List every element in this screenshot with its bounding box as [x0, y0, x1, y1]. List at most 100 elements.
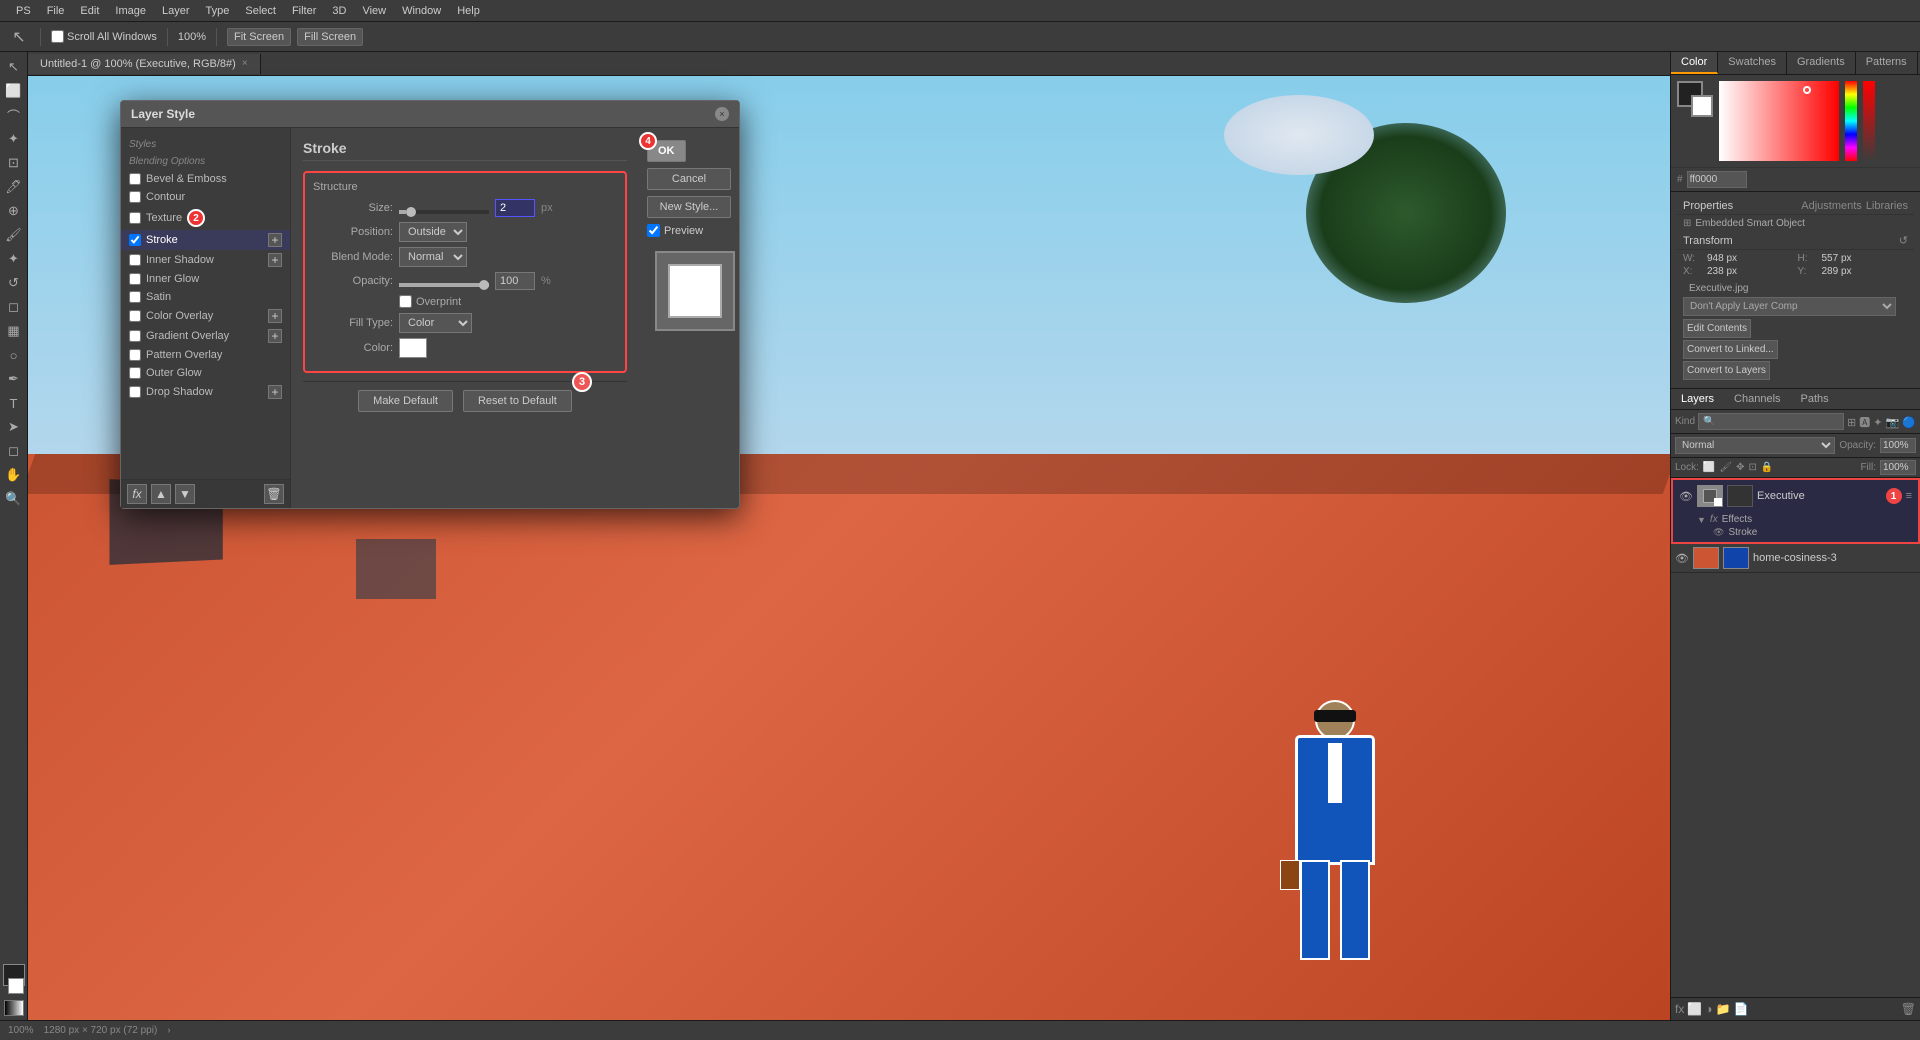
bevel-emboss-label: Bevel & Emboss	[146, 173, 227, 185]
dialog-left-footer: fx ▲ ▼ 🗑	[121, 479, 290, 508]
opacity-label: Opacity:	[313, 275, 393, 287]
overprint-label: Overprint	[416, 296, 461, 308]
bevel-emboss-item[interactable]: Bevel & Emboss	[121, 170, 290, 188]
inner-shadow-item[interactable]: Inner Shadow +	[121, 250, 290, 270]
blend-mode-row: Blend Mode: Normal Multiply Screen	[313, 247, 617, 267]
opacity-row: Opacity: %	[313, 272, 617, 290]
pattern-overlay-label: Pattern Overlay	[146, 349, 222, 361]
badge4-container: 4	[639, 132, 657, 150]
size-unit: px	[541, 202, 553, 214]
color-overlay-checkbox[interactable]	[129, 310, 141, 322]
pattern-overlay-checkbox[interactable]	[129, 349, 141, 361]
dialog-close-button[interactable]: ×	[715, 107, 729, 121]
make-default-button[interactable]: Make Default	[358, 390, 453, 412]
opacity-input[interactable]	[495, 272, 535, 290]
blend-mode-select[interactable]: Normal Multiply Screen	[399, 247, 467, 267]
dialog-left-panel: Styles Blending Options Bevel & Emboss C…	[121, 128, 291, 508]
move-up-btn[interactable]: ▲	[151, 484, 171, 504]
overprint-checkbox[interactable]	[399, 295, 412, 308]
color-row: Color:	[313, 338, 617, 358]
size-input[interactable]	[495, 199, 535, 217]
inner-glow-item[interactable]: Inner Glow	[121, 270, 290, 288]
layer-style-dialog: Layer Style × Styles Blending Options Be…	[120, 100, 740, 509]
inner-glow-checkbox[interactable]	[129, 273, 141, 285]
inner-shadow-label: Inner Shadow	[146, 254, 214, 266]
satin-item[interactable]: Satin	[121, 288, 290, 306]
gradient-overlay-item[interactable]: Gradient Overlay +	[121, 326, 290, 346]
gradient-overlay-add-button[interactable]: +	[268, 329, 282, 343]
preview-checkbox[interactable]	[647, 224, 660, 237]
drop-shadow-add-button[interactable]: +	[268, 385, 282, 399]
size-slider-fill	[399, 210, 406, 214]
satin-label: Satin	[146, 291, 171, 303]
drop-shadow-checkbox[interactable]	[129, 386, 141, 398]
bevel-emboss-checkbox[interactable]	[129, 173, 141, 185]
inner-shadow-checkbox[interactable]	[129, 254, 141, 266]
contour-checkbox[interactable]	[129, 191, 141, 203]
new-style-button[interactable]: New Style...	[647, 196, 731, 218]
size-row: Size: px	[313, 199, 617, 217]
texture-badge: 2	[187, 209, 205, 227]
structure-title: Structure	[313, 181, 617, 193]
styles-section-title: Styles	[121, 136, 290, 153]
badge-4: 4	[639, 132, 657, 150]
texture-label: Texture	[146, 212, 182, 224]
gradient-overlay-checkbox[interactable]	[129, 330, 141, 342]
blend-mode-label: Blend Mode:	[313, 251, 393, 263]
preview-row: Preview	[647, 224, 731, 237]
fill-type-select[interactable]: Color Gradient Pattern	[399, 313, 472, 333]
position-select[interactable]: Outside Inside Center	[399, 222, 467, 242]
fx-icon-btn[interactable]: fx	[127, 484, 147, 504]
badge-3: 3	[572, 372, 592, 392]
outer-glow-checkbox[interactable]	[129, 367, 141, 379]
opacity-slider-fill	[399, 283, 489, 287]
opacity-slider-thumb	[479, 280, 489, 290]
inner-shadow-add-button[interactable]: +	[268, 253, 282, 267]
satin-checkbox[interactable]	[129, 291, 141, 303]
fill-type-row: Fill Type: Color Gradient Pattern	[313, 313, 617, 333]
drop-shadow-label: Drop Shadow	[146, 386, 213, 398]
opacity-slider[interactable]	[399, 283, 489, 287]
color-label: Color:	[313, 342, 393, 354]
dialog-overlay: Layer Style × Styles Blending Options Be…	[0, 0, 1920, 1040]
gradient-overlay-label: Gradient Overlay	[146, 330, 229, 342]
overprint-row: Overprint	[399, 295, 617, 308]
size-label: Size:	[313, 202, 393, 214]
inner-glow-label: Inner Glow	[146, 273, 199, 285]
color-overlay-item[interactable]: Color Overlay +	[121, 306, 290, 326]
fill-type-label: Fill Type:	[313, 317, 393, 329]
dialog-title: Layer Style	[131, 107, 195, 121]
reset-to-default-button[interactable]: Reset to Default	[463, 390, 572, 412]
preview-inner	[670, 266, 720, 316]
size-slider[interactable]	[399, 210, 489, 214]
preview-label: Preview	[664, 225, 703, 237]
stroke-checkbox[interactable]	[129, 234, 141, 246]
stroke-label: Stroke	[146, 234, 178, 246]
dialog-header: Layer Style ×	[121, 101, 739, 128]
drop-shadow-item[interactable]: Drop Shadow +	[121, 382, 290, 402]
ok-button-container: 4 OK	[647, 140, 731, 162]
dialog-action-buttons: 4 OK Cancel New Style... Preview	[639, 128, 739, 508]
texture-item[interactable]: Texture 2	[121, 206, 290, 230]
color-swatch-button[interactable]	[399, 338, 427, 358]
contour-label: Contour	[146, 191, 185, 203]
move-down-btn[interactable]: ▼	[175, 484, 195, 504]
preview-area	[655, 251, 735, 331]
color-overlay-add-button[interactable]: +	[268, 309, 282, 323]
opacity-unit: %	[541, 275, 551, 287]
stroke-add-button[interactable]: +	[268, 233, 282, 247]
blending-section-title: Blending Options	[121, 153, 290, 170]
outer-glow-item[interactable]: Outer Glow	[121, 364, 290, 382]
texture-checkbox[interactable]	[129, 212, 141, 224]
delete-style-btn[interactable]: 🗑	[264, 484, 284, 504]
dialog-body: Styles Blending Options Bevel & Emboss C…	[121, 128, 739, 508]
stroke-settings-section: Structure Size: px Position:	[303, 171, 627, 373]
contour-item[interactable]: Contour	[121, 188, 290, 206]
outer-glow-label: Outer Glow	[146, 367, 202, 379]
cancel-button[interactable]: Cancel	[647, 168, 731, 190]
dialog-right-panel: Stroke Structure Size: px	[291, 128, 639, 508]
size-slider-thumb	[406, 207, 416, 217]
position-row: Position: Outside Inside Center	[313, 222, 617, 242]
stroke-item[interactable]: Stroke +	[121, 230, 290, 250]
pattern-overlay-item[interactable]: Pattern Overlay	[121, 346, 290, 364]
